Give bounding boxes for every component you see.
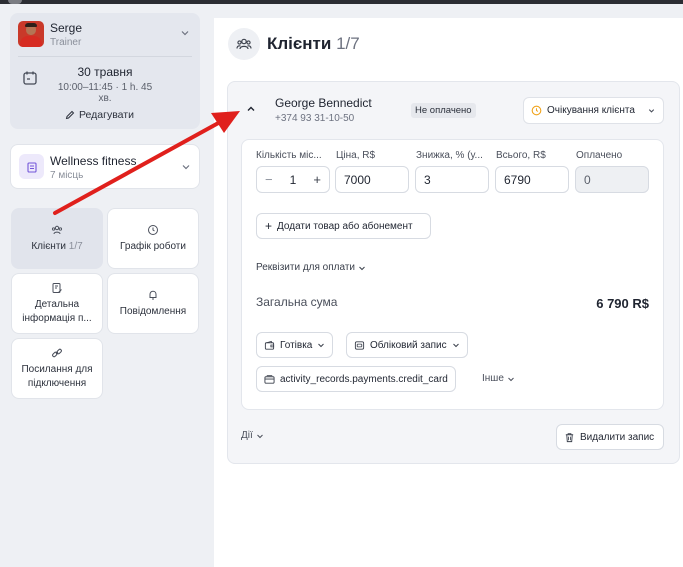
quantity-stepper[interactable]: − 1 + <box>256 166 330 193</box>
delete-record-label: Видалити запис <box>580 431 655 443</box>
page-title-count: 1/7 <box>336 34 360 53</box>
credit-card-icon <box>264 374 275 384</box>
paid-field: 0 <box>575 166 649 193</box>
session-date: 30 травня <box>77 65 133 79</box>
payment-other-label: Інше <box>482 373 504 384</box>
column-price: Ціна, R$ <box>336 150 376 161</box>
document-edit-icon <box>52 283 62 293</box>
column-total: Всього, R$ <box>496 150 546 161</box>
edit-label: Редагувати <box>79 109 134 121</box>
trainer-role: Trainer <box>50 37 82 48</box>
nav-clients-label: Клієнти <box>31 240 66 252</box>
nav-tile-connection-link[interactable]: Посилання для підключення <box>11 338 103 399</box>
gym-capacity: 7 місць <box>50 170 84 181</box>
payment-cash-label: Готівка <box>280 339 313 351</box>
payment-status-badge: Не оплачено <box>411 103 476 118</box>
payment-account-label: Обліковий запис <box>370 339 447 351</box>
nav-tile-clients[interactable]: Клієнти 1/7 <box>11 208 103 269</box>
wallet-icon <box>264 340 275 350</box>
nav-details-label-1: Детальна <box>34 299 80 310</box>
session-time: 10:00–11:45 · 1 h. 45 хв. <box>57 82 153 104</box>
delete-record-button[interactable]: Видалити запис <box>556 424 664 450</box>
chevron-down-icon[interactable] <box>179 27 191 39</box>
nav-tile-details[interactable]: Детальна інформація п... <box>11 273 103 334</box>
trash-icon <box>565 432 574 442</box>
client-name: George Bennedict <box>275 96 372 110</box>
chevron-up-icon[interactable] <box>245 103 257 115</box>
divider <box>18 56 192 57</box>
clock-icon <box>531 105 542 116</box>
building-icon <box>19 154 44 179</box>
chevron-down-icon <box>452 343 459 348</box>
grand-total-value: 6 790 R$ <box>596 296 649 311</box>
page-title: Клієнти 1/7 <box>267 34 360 54</box>
payment-requisites-toggle[interactable]: Реквізити для оплати <box>256 262 366 273</box>
page-title-text: Клієнти <box>267 34 332 53</box>
payment-other-toggle[interactable]: Інше <box>482 373 515 384</box>
bell-icon <box>149 290 157 300</box>
chevron-down-icon <box>256 434 263 438</box>
gym-selector[interactable]: Wellness fitness 7 місць <box>10 144 200 189</box>
increment-button[interactable]: + <box>313 172 321 187</box>
nav-tile-schedule[interactable]: Графік роботи <box>107 208 199 269</box>
payment-credit-card-button[interactable]: activity_records.payments.credit_card <box>256 366 456 392</box>
users-icon <box>51 225 63 234</box>
nav-tile-notifications[interactable]: Повідомлення <box>107 273 199 334</box>
nav-details-label-2: інформація п... <box>22 312 92 324</box>
chevron-down-icon <box>508 377 514 381</box>
column-discount: Знижка, % (у... <box>416 150 483 161</box>
nav-notifications-label: Повідомлення <box>119 305 187 317</box>
total-input[interactable]: 6790 <box>495 166 569 193</box>
add-item-button[interactable]: + Додати товар або абонемент <box>256 213 431 239</box>
decrement-button[interactable]: − <box>265 172 273 187</box>
plus-icon: + <box>265 219 273 233</box>
column-quantity: Кількість міс... <box>256 150 322 161</box>
clock-icon <box>148 224 158 235</box>
client-phone: +374 93 31-10-50 <box>275 113 355 124</box>
requisites-label: Реквізити для оплати <box>256 262 355 273</box>
payment-account-button[interactable]: Обліковий запис <box>346 332 468 358</box>
actions-menu[interactable]: Дії <box>241 430 264 441</box>
account-card-icon <box>354 340 365 350</box>
price-input[interactable]: 7000 <box>335 166 409 193</box>
avatar <box>18 21 44 47</box>
session-card: Serge Trainer 30 травня 10:00–11:45 · 1 … <box>10 13 200 129</box>
quantity-value: 1 <box>289 172 297 187</box>
payment-cash-button[interactable]: Готівка <box>256 332 334 358</box>
client-status-dropdown[interactable]: Очікування клієнта <box>523 97 664 124</box>
chevron-down-icon <box>182 165 190 170</box>
chevron-down-icon <box>359 266 365 270</box>
client-status-label: Очікування клієнта <box>547 105 635 116</box>
edit-button[interactable]: Редагувати <box>65 109 134 121</box>
nav-schedule-label: Графік роботи <box>120 240 186 252</box>
nav-link-label-2: підключення <box>27 377 87 389</box>
gym-name: Wellness fitness <box>50 154 137 168</box>
chevron-down-icon <box>318 343 325 348</box>
discount-input[interactable]: 3 <box>415 166 489 193</box>
trainer-name: Serge <box>50 21 83 35</box>
payment-credit-card-label: activity_records.payments.credit_card <box>280 373 448 385</box>
link-icon <box>52 348 62 358</box>
nav-clients-count: 1/7 <box>68 240 83 252</box>
calendar-icon <box>23 71 37 85</box>
column-paid: Оплачено <box>576 150 623 161</box>
actions-label: Дії <box>241 430 253 441</box>
users-icon <box>228 28 260 60</box>
pencil-icon <box>65 110 75 120</box>
nav-link-label-1: Посилання для <box>21 364 93 375</box>
add-item-label: Додати товар або абонемент <box>277 220 413 232</box>
grand-total-label: Загальна сума <box>256 295 338 309</box>
chevron-down-icon <box>648 109 655 113</box>
